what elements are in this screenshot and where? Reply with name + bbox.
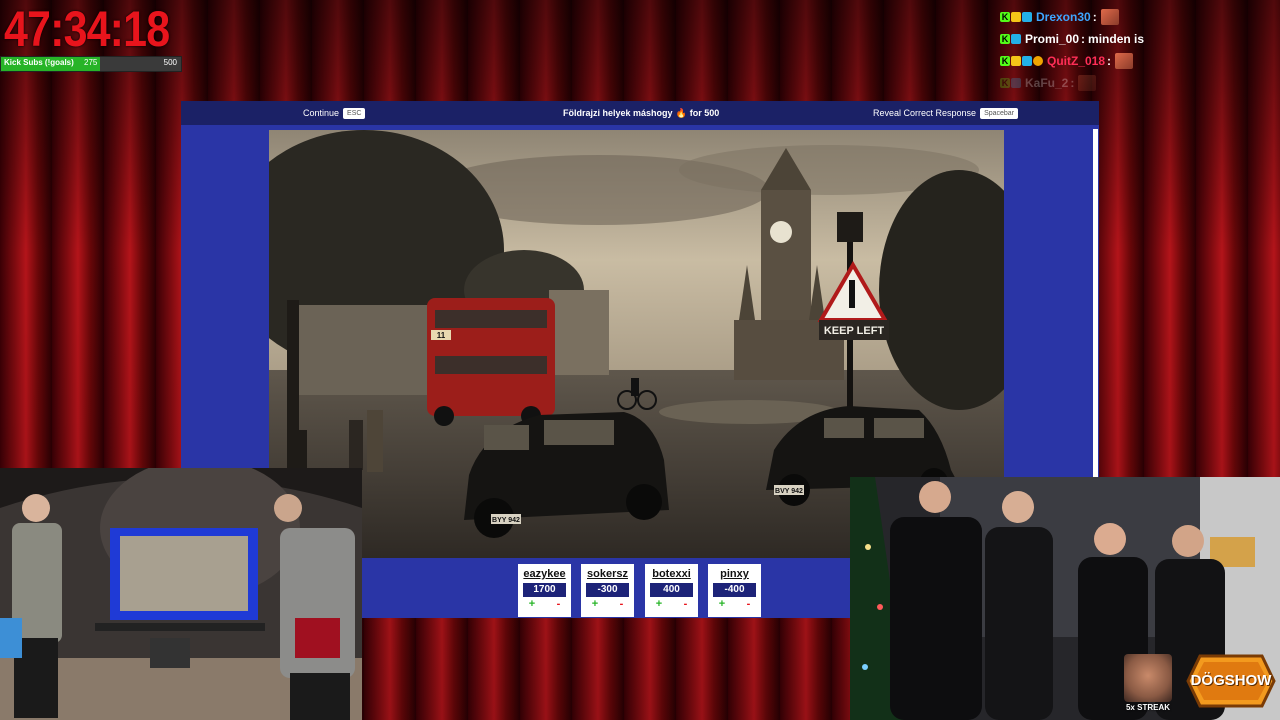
right-taxi-plate: BVY 942 — [775, 488, 803, 495]
continue-control[interactable]: Continue ESC — [303, 101, 366, 125]
sub-goal-label: Kick Subs (!goals) — [4, 58, 74, 67]
chat-message: K Promi_00: minden is — [1000, 28, 1144, 50]
chat-username[interactable]: Promi_00 — [1025, 32, 1079, 46]
add-points-button[interactable]: + — [529, 598, 535, 610]
player-score: -300 — [586, 583, 629, 597]
streak-label: 5x STREAK — [1125, 703, 1170, 712]
host-webcam — [0, 468, 362, 720]
chat-emote-icon — [1100, 9, 1119, 25]
chat-username[interactable]: KaFu_2 — [1025, 76, 1068, 90]
streak-badge: 5x STREAK — [1124, 654, 1172, 712]
chat-message: K KaFu_2: — [1000, 72, 1144, 94]
reveal-label[interactable]: Reveal Correct Response — [873, 108, 976, 118]
chat-separator: : — [1092, 10, 1097, 24]
player-score: -400 — [713, 583, 756, 597]
player-score: 1700 — [523, 583, 566, 597]
kick-badge-icon: K — [1000, 78, 1010, 88]
subtract-points-button[interactable]: - — [557, 598, 561, 610]
chat-text: minden is — [1088, 32, 1145, 46]
subtract-points-button[interactable]: - — [747, 598, 751, 610]
logo-text: DÖGSHOW — [1190, 672, 1272, 689]
stream-timer: 47:34:18 — [4, 1, 170, 57]
gift-badge-icon — [1022, 56, 1032, 66]
sub-badge-icon — [1033, 56, 1043, 66]
chat-username[interactable]: QuitZ_018 — [1047, 54, 1105, 68]
chat-emote-icon — [1115, 53, 1134, 69]
kick-badge-icon: K — [1000, 12, 1010, 22]
question-category: Földrajzi helyek máshogy — [563, 108, 673, 118]
player-score-card: sokersz -300 + - — [581, 564, 634, 617]
add-points-button[interactable]: + — [592, 598, 598, 610]
dogshow-logo: DÖGSHOW — [1186, 652, 1276, 710]
sub-goal-bar: Kick Subs (!goals) 275 500 — [0, 56, 182, 72]
keep-left-sign: KEEP LEFT — [824, 325, 885, 337]
fire-icon: 🔥 — [675, 107, 687, 118]
kick-badge-icon: K — [1000, 34, 1010, 44]
chat-overlay: K Drexon30: K Promi_00: minden is K QuitZ_018:… — [1000, 6, 1144, 94]
chat-message: K Drexon30: — [1000, 6, 1144, 28]
chat-message: K QuitZ_018: — [1000, 50, 1144, 72]
chat-emote-icon — [1078, 75, 1097, 91]
left-taxi-plate: BYY 942 — [492, 517, 520, 524]
player-score: 400 — [650, 583, 693, 597]
add-points-button[interactable]: + — [719, 598, 725, 610]
gift-badge-icon — [1022, 12, 1032, 22]
gift-badge-icon — [1011, 34, 1021, 44]
bus-route-number: 11 — [437, 331, 446, 340]
spacebar-key-hint: Spacebar — [980, 107, 1019, 119]
chat-username[interactable]: Drexon30 — [1036, 10, 1091, 24]
add-points-button[interactable]: + — [656, 598, 662, 610]
esc-key-hint: ESC — [343, 107, 366, 119]
laughing-face-icon — [1124, 654, 1172, 702]
sub-goal-target: 500 — [163, 58, 177, 67]
question-title: Földrajzi helyek máshogy 🔥 for 500 — [563, 101, 719, 125]
sub-goal-current: 275 — [84, 58, 98, 67]
kick-badge-icon: K — [1000, 56, 1010, 66]
reveal-control[interactable]: Reveal Correct Response Spacebar — [873, 101, 1019, 125]
player-score-card: botexxi 400 + - — [645, 564, 698, 617]
crown-badge-icon — [1011, 12, 1021, 22]
scoreboard: eazykee 1700 + - sokersz -300 + - botexxi 400 + - pi… — [362, 558, 850, 618]
player-score-card: eazykee 1700 + - — [518, 564, 571, 617]
subtract-points-button[interactable]: - — [620, 598, 624, 610]
player-score-card: pinxy -400 + - — [708, 564, 761, 617]
question-points: for 500 — [689, 108, 720, 118]
gift-badge-icon — [1011, 78, 1021, 88]
chat-separator: : — [1107, 54, 1112, 68]
continue-label[interactable]: Continue — [303, 108, 339, 118]
chat-separator: : — [1081, 32, 1086, 46]
player-name: botexxi — [652, 568, 691, 580]
subtract-points-button[interactable]: - — [684, 598, 688, 610]
player-name: eazykee — [523, 568, 566, 580]
quiz-toolbar: Continue ESC Földrajzi helyek máshogy 🔥 … — [181, 101, 1099, 125]
player-name: sokersz — [587, 568, 628, 580]
crown-badge-icon — [1011, 56, 1021, 66]
chat-separator: : — [1070, 76, 1075, 90]
player-name: pinxy — [720, 568, 749, 580]
scrollbar[interactable] — [1093, 129, 1098, 477]
